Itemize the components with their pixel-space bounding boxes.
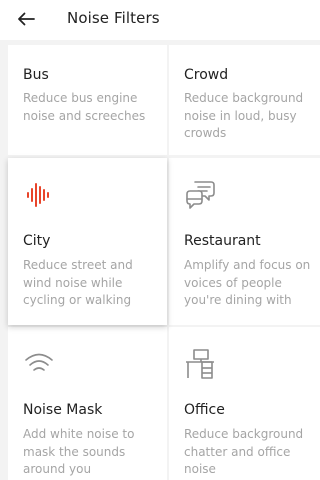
noise-filters-screen: Noise Filters Bus Reduce bus engine nois… bbox=[0, 0, 320, 480]
filter-name: Restaurant bbox=[184, 233, 261, 249]
filter-name: Noise Mask bbox=[23, 402, 103, 418]
filter-description: Reduce street and wind noise while cycli… bbox=[23, 258, 133, 307]
filter-tile-noise-mask[interactable]: Noise Mask Add white noise to mask the s… bbox=[8, 327, 167, 480]
filter-tile-office[interactable]: Office Reduce background chatter and off… bbox=[169, 327, 320, 480]
filter-name: Crowd bbox=[184, 67, 229, 83]
filter-tile-crowd[interactable]: Crowd Reduce background noise in loud, b… bbox=[169, 45, 320, 155]
filter-description: Add white noise to mask the sounds aroun… bbox=[23, 427, 135, 476]
chat-bubbles-icon bbox=[186, 181, 215, 209]
filter-description: Reduce bus engine noise and screeches bbox=[23, 91, 146, 123]
filter-tile-bus[interactable]: Bus Reduce bus engine noise and screeche… bbox=[8, 45, 167, 155]
desk-icon bbox=[186, 349, 214, 379]
filter-name: City bbox=[23, 233, 51, 249]
filter-description: Reduce background noise in loud, busy cr… bbox=[184, 91, 304, 140]
filter-description: Reduce background chatter and office noi… bbox=[184, 427, 304, 476]
back-button[interactable] bbox=[12, 7, 40, 31]
filter-tile-city[interactable]: City Reduce street and wind noise while … bbox=[8, 158, 167, 325]
filter-name: Bus bbox=[23, 67, 49, 83]
sound-wave-icon bbox=[27, 183, 49, 207]
filter-tile-restaurant[interactable]: Restaurant Amplify and focus on voices o… bbox=[169, 158, 320, 325]
filter-grid: Bus Reduce bus engine noise and screeche… bbox=[8, 45, 320, 480]
page-title: Noise Filters bbox=[67, 9, 160, 27]
wifi-waves-icon bbox=[25, 353, 53, 371]
filter-name: Office bbox=[184, 402, 225, 418]
filter-description: Amplify and focus on voices of people yo… bbox=[184, 258, 311, 307]
back-arrow-icon bbox=[18, 12, 35, 26]
top-app-bar: Noise Filters bbox=[0, 0, 320, 40]
